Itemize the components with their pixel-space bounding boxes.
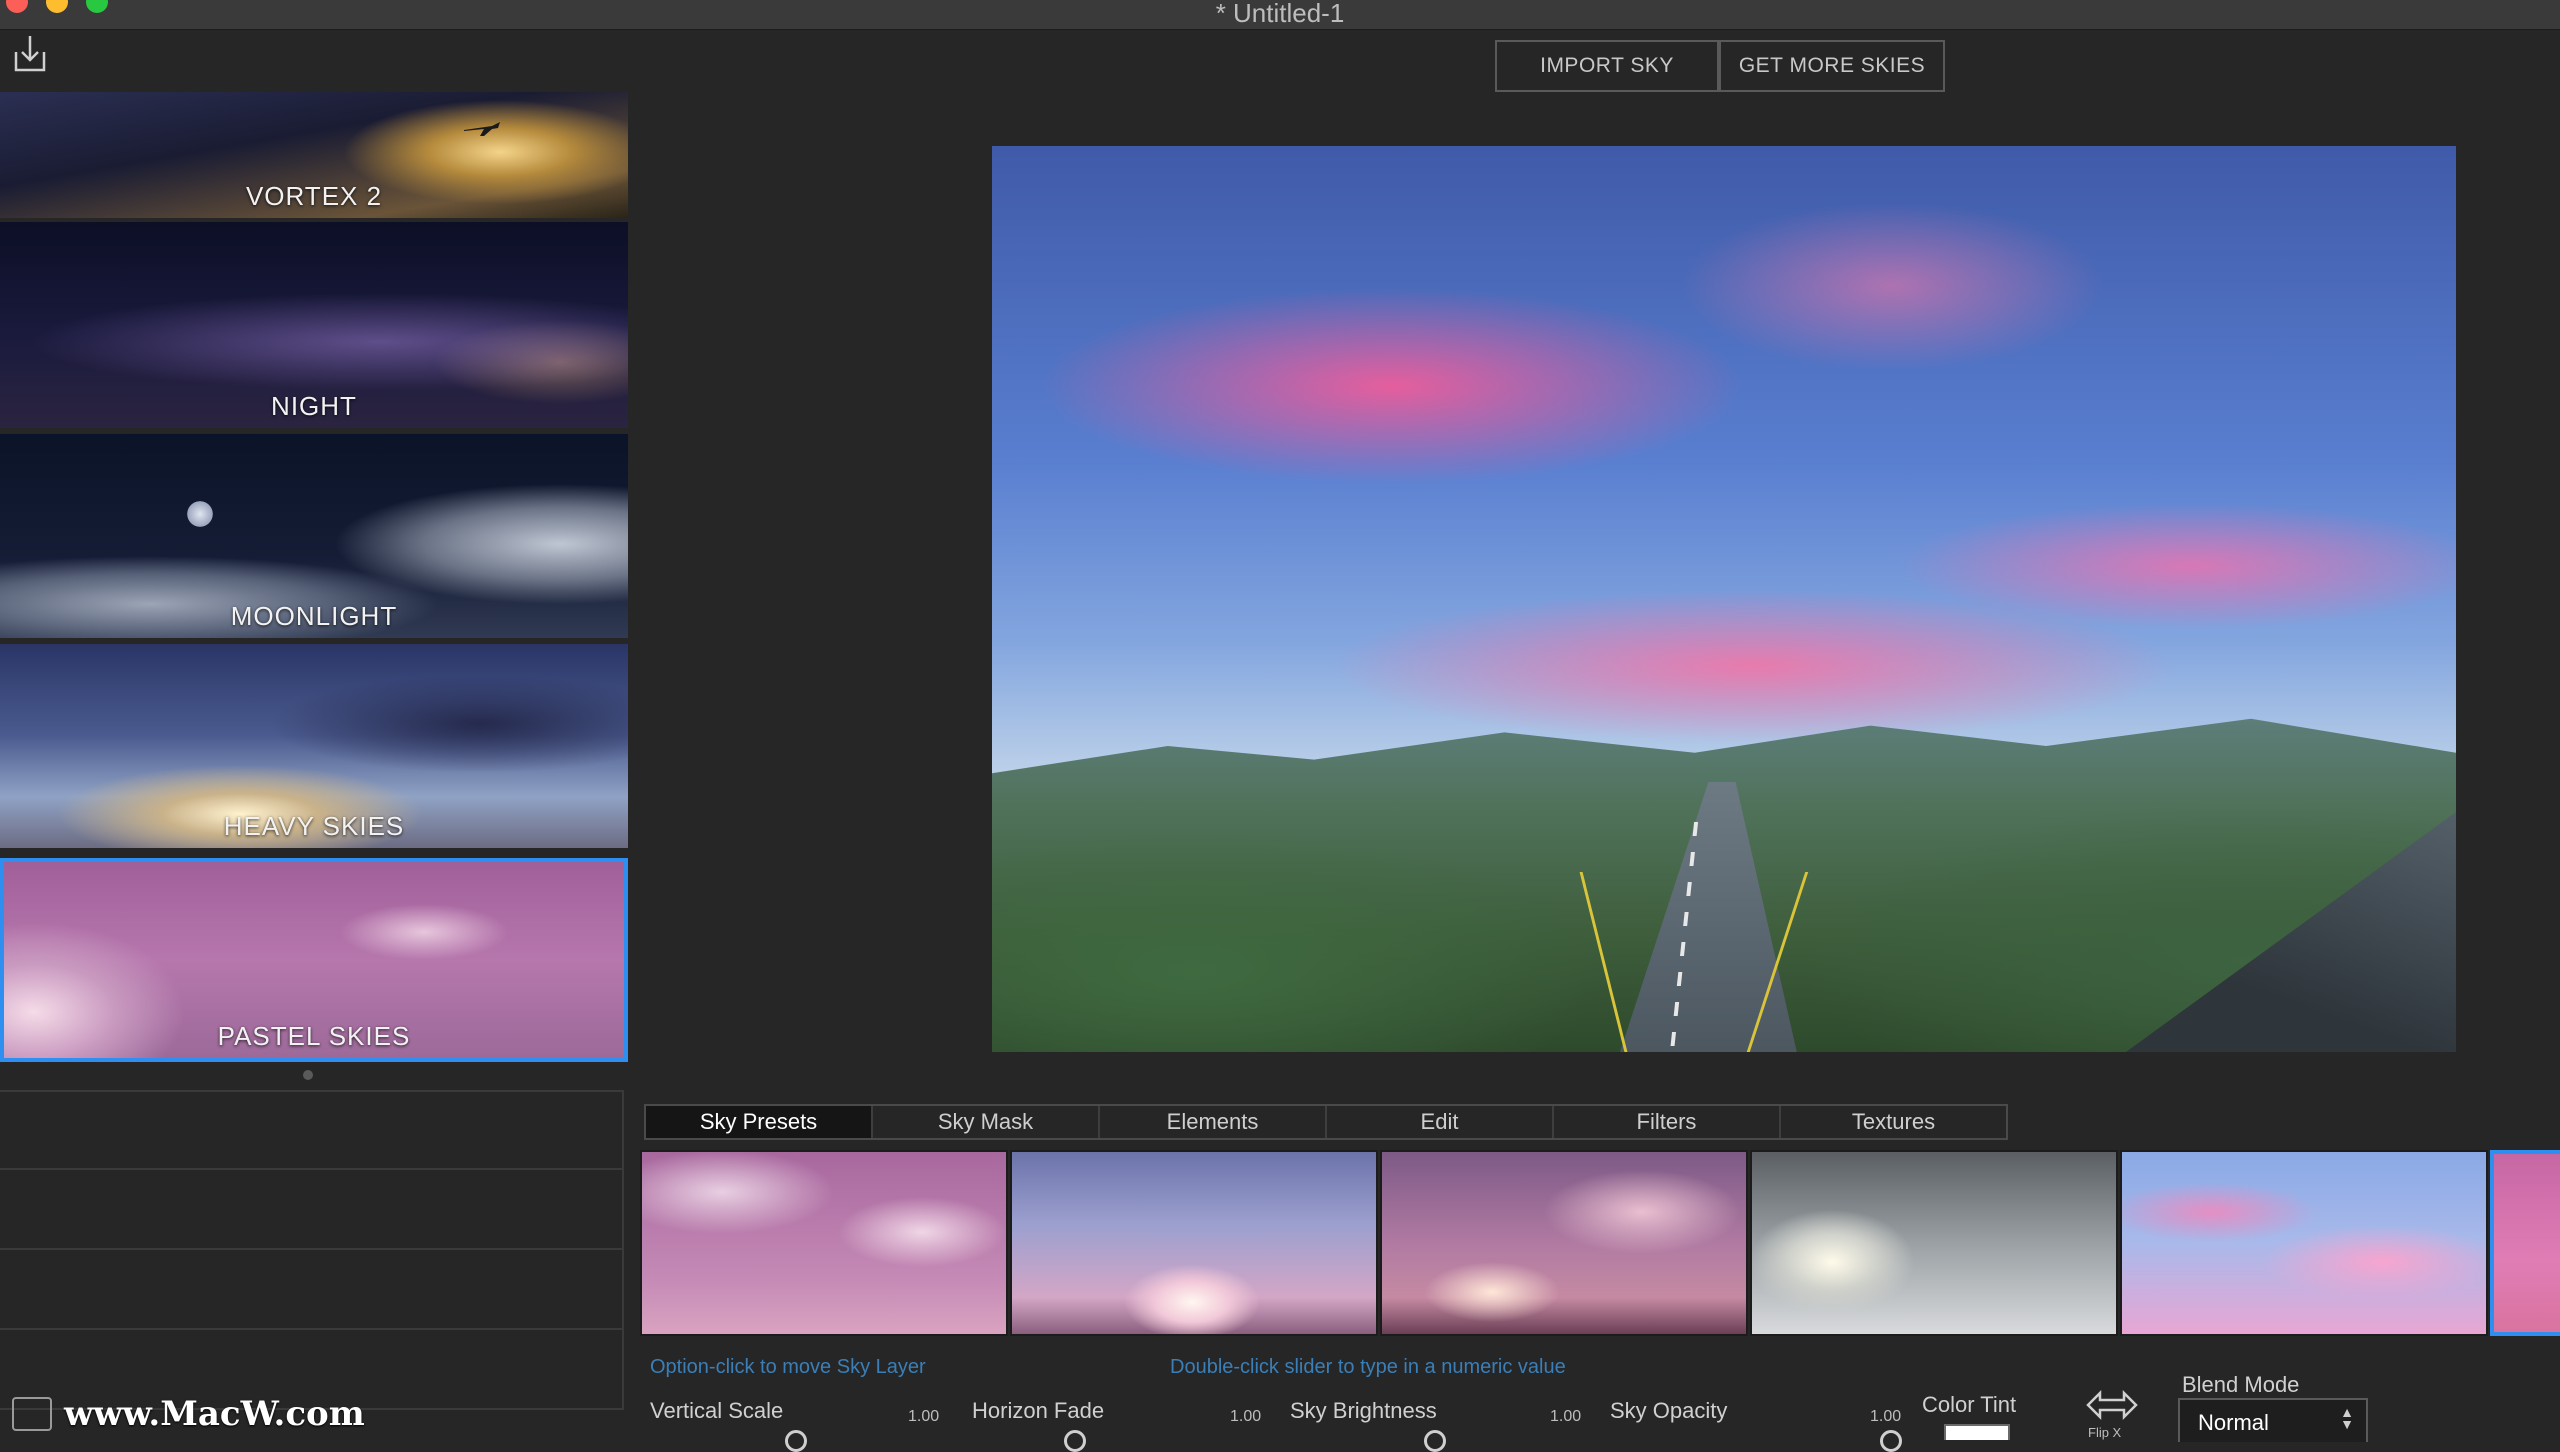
list-scroll-indicator[interactable] (303, 1070, 313, 1080)
import-icon[interactable] (12, 34, 48, 74)
sky-category-vortex-2[interactable]: VORTEX 2 (0, 92, 628, 218)
sky-preset-thumbnail[interactable] (1010, 1150, 1378, 1336)
sky-brightness-slider[interactable] (1424, 1430, 1446, 1452)
flip-x-label: Flip X (2088, 1425, 2122, 1440)
vertical-scale-label: Vertical Scale (650, 1398, 784, 1423)
sky-category-label: HEAVY SKIES (223, 811, 405, 841)
sky-brightness-value: 1.00 (1550, 1408, 1582, 1425)
sky-category-label: NIGHT (271, 391, 357, 421)
tab-textures[interactable]: Textures (1781, 1106, 2006, 1138)
sky-preset-thumbnail[interactable] (640, 1150, 1008, 1336)
tab-edit[interactable]: Edit (1327, 1106, 1554, 1138)
layer-row[interactable] (0, 1252, 622, 1330)
window-title: * Untitled-1 (1215, 0, 1345, 28)
get-more-skies-button[interactable]: GET MORE SKIES (1719, 40, 1945, 92)
horizon-fade-slider[interactable] (1064, 1430, 1086, 1452)
tab-filters[interactable]: Filters (1554, 1106, 1781, 1138)
color-tint-swatch[interactable] (1944, 1424, 2010, 1440)
layers-panel (0, 1090, 624, 1410)
panel-tabs: Sky Presets Sky Mask Elements Edit Filte… (644, 1104, 2008, 1140)
vertical-scale-value: 1.00 (908, 1408, 940, 1425)
tab-elements[interactable]: Elements (1100, 1106, 1327, 1138)
sky-preset-thumbnails (640, 1150, 2560, 1336)
tab-sky-mask[interactable]: Sky Mask (873, 1106, 1100, 1138)
horizon-fade-label: Horizon Fade (972, 1398, 1105, 1423)
watermark-text: www.MacW.com (64, 1394, 365, 1434)
title-bar: * Untitled-1 (0, 0, 2560, 30)
sky-preset-thumbnail[interactable] (1380, 1150, 1748, 1336)
move-layer-hint: Option-click to move Sky Layer (650, 1356, 926, 1378)
sky-category-label: PASTEL SKIES (217, 1021, 411, 1051)
flip-x-icon[interactable] (2084, 1388, 2140, 1422)
horizon-fade-value: 1.00 (1230, 1408, 1262, 1425)
layer-row[interactable] (0, 1092, 622, 1170)
sky-preset-thumbnail[interactable] (2120, 1150, 2488, 1336)
watermark: www.MacW.com (12, 1392, 365, 1436)
sky-opacity-label: Sky Opacity (1610, 1398, 1728, 1423)
sky-preview-canvas[interactable] (992, 146, 2456, 1052)
layer-row[interactable] (0, 1172, 622, 1250)
sky-category-heavy-skies[interactable]: HEAVY SKIES (0, 644, 628, 848)
import-sky-button[interactable]: IMPORT SKY (1495, 40, 1719, 92)
sky-category-night[interactable]: NIGHT (0, 222, 628, 428)
sky-category-pastel-skies[interactable]: PASTEL SKIES (0, 858, 628, 1062)
vertical-scale-slider[interactable] (785, 1430, 807, 1452)
sky-opacity-slider[interactable] (1880, 1430, 1902, 1452)
sky-category-label: MOONLIGHT (230, 601, 398, 631)
airplane-icon (464, 122, 500, 136)
sky-preset-thumbnail-selected[interactable] (2490, 1150, 2560, 1336)
double-click-hint: Double-click slider to type in a numeric… (1170, 1356, 1566, 1378)
color-tint-label: Color Tint (1922, 1392, 2017, 1417)
blend-mode-select[interactable]: Normal ▲ ▼ (2178, 1398, 2368, 1442)
tab-sky-presets[interactable]: Sky Presets (646, 1106, 873, 1138)
blend-mode-label: Blend Mode (2182, 1372, 2300, 1397)
blend-mode-value: Normal (2198, 1410, 2269, 1435)
sky-category-moonlight[interactable]: MOONLIGHT (0, 434, 628, 638)
sky-opacity-value: 1.00 (1870, 1408, 1902, 1425)
chevron-up-down-icon: ▲ ▼ (2340, 1404, 2354, 1432)
sky-preset-thumbnail[interactable] (1750, 1150, 2118, 1336)
watermark-logo-icon (12, 1397, 52, 1431)
sky-category-label: VORTEX 2 (245, 181, 383, 211)
sky-brightness-label: Sky Brightness (1290, 1398, 1437, 1423)
